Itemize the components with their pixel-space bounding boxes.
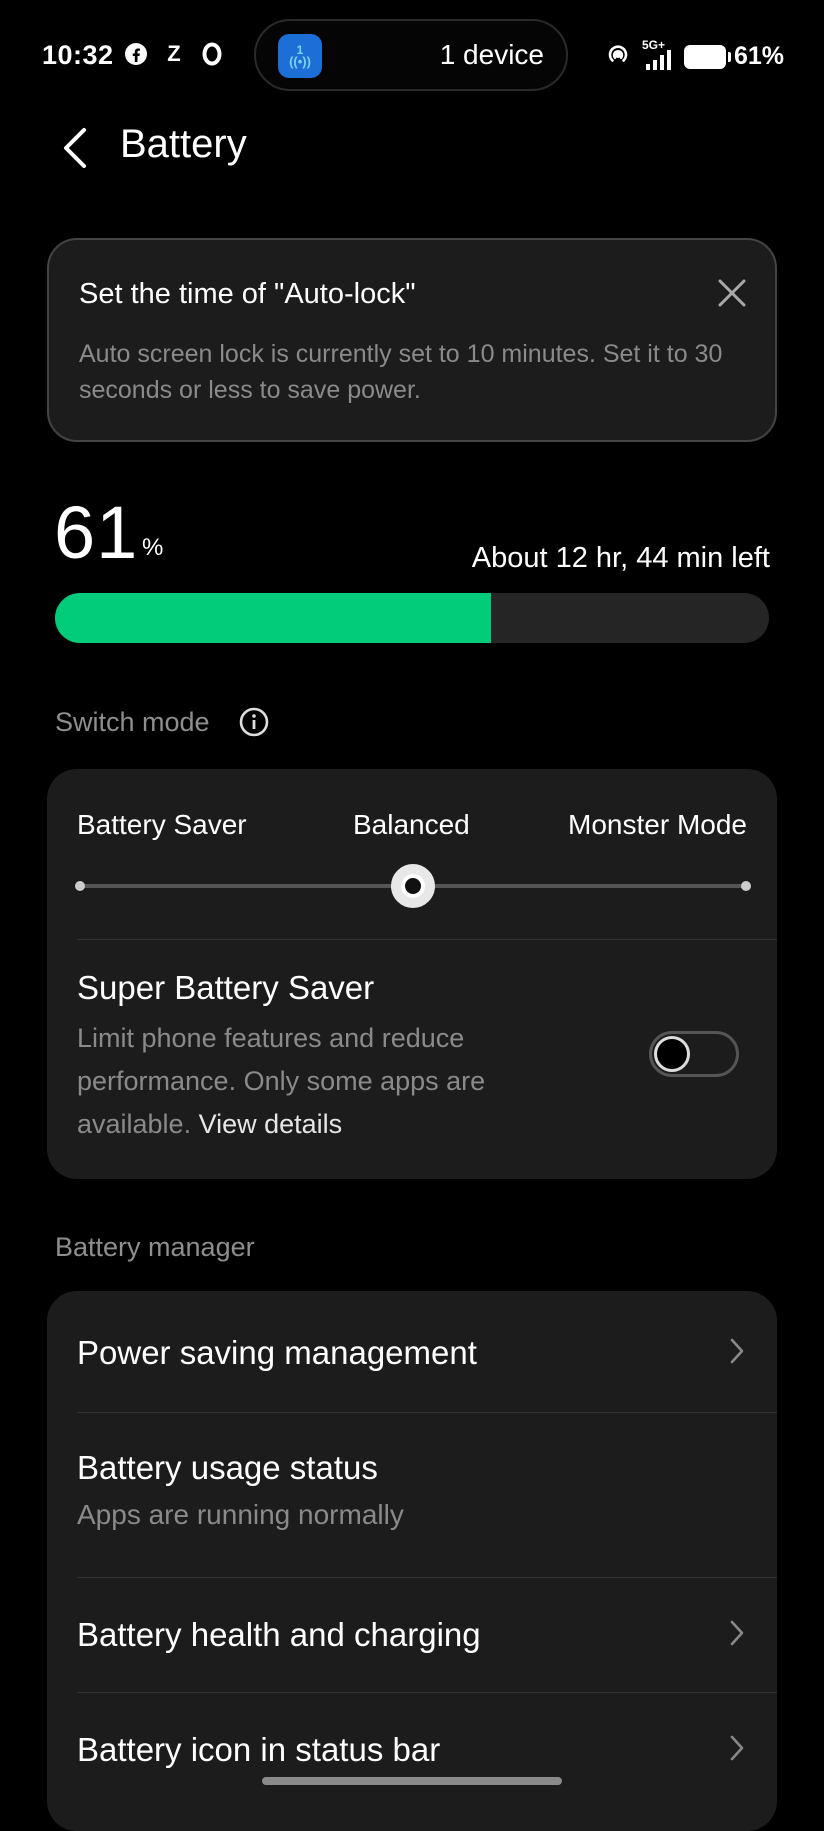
chevron-right-icon [730, 1735, 744, 1761]
battery-level-value: 61 [54, 491, 139, 574]
signal-icon: 5G+ [640, 38, 676, 72]
battery-manager-card: Power saving management Battery usage st… [47, 1291, 777, 1831]
super-battery-saver-toggle[interactable] [649, 1031, 739, 1077]
auto-lock-tip-card[interactable]: Set the time of "Auto-lock" Auto screen … [47, 238, 777, 442]
facebook-icon [124, 42, 148, 66]
z-icon: Z [167, 41, 181, 66]
switch-mode-label: Switch mode [55, 707, 210, 737]
switch-mode-card: Battery Saver Balanced Monster Mode Supe… [47, 769, 777, 1179]
list-item-battery-icon-in-status-bar[interactable]: Battery icon in status bar [47, 1693, 777, 1813]
mode-balanced[interactable]: Balanced [353, 809, 470, 841]
mode-monster-mode[interactable]: Monster Mode [568, 809, 747, 841]
status-bar: 10:32 Z 1 ((•)) 1 device 5G+ 61% [0, 0, 824, 110]
battery-level-bar-fill [55, 593, 491, 643]
view-details-link[interactable]: View details [199, 1109, 343, 1139]
slider-stop-end [741, 881, 751, 891]
list-item-battery-usage-status[interactable]: Battery usage status Apps are running no… [47, 1413, 777, 1576]
slider-stop-start [75, 881, 85, 891]
notification-icons: Z [124, 41, 224, 66]
super-battery-saver-title: Super Battery Saver [77, 969, 375, 1006]
o-icon [200, 42, 224, 66]
tip-body: Auto screen lock is currently set to 10 … [79, 340, 723, 404]
list-item-title: Battery usage status [77, 1449, 378, 1486]
status-time: 10:32 [42, 40, 114, 70]
system-status-icons: 5G+ 61% [604, 38, 784, 73]
list-item-title: Power saving management [77, 1334, 477, 1371]
chevron-right-icon [730, 1338, 744, 1364]
close-icon[interactable] [717, 278, 747, 308]
dynamic-island[interactable]: 1 ((•)) 1 device [254, 19, 568, 91]
list-item-title: Battery health and charging [77, 1616, 481, 1653]
hotspot-icon [604, 40, 632, 73]
battery-level-bar [55, 593, 769, 643]
battery-percent: 61% [733, 42, 784, 70]
time-left: About 12 hr, 44 min left [471, 542, 770, 574]
battery-icon [683, 44, 731, 69]
list-item-subtitle: Apps are running normally [77, 1499, 404, 1530]
device-connection-icon: 1 ((•)) [278, 34, 322, 78]
list-item-battery-health-and-charging[interactable]: Battery health and charging [47, 1578, 777, 1691]
battery-level-unit: % [142, 534, 164, 561]
mode-slider-thumb[interactable] [391, 864, 435, 908]
home-indicator[interactable] [262, 1777, 562, 1785]
back-arrow-icon[interactable] [56, 124, 96, 172]
super-battery-saver-description: Limit phone features and reduce performa… [77, 1017, 547, 1146]
mode-battery-saver[interactable]: Battery Saver [77, 809, 247, 841]
island-text: 1 device [439, 39, 544, 70]
page-title: Battery [120, 122, 247, 166]
chevron-right-icon [730, 1620, 744, 1646]
info-icon[interactable] [238, 706, 270, 738]
battery-manager-label: Battery manager [55, 1232, 255, 1262]
list-item-power-saving-management[interactable]: Power saving management [47, 1291, 777, 1411]
list-item-title: Battery icon in status bar [77, 1731, 441, 1768]
toggle-knob [654, 1036, 690, 1072]
tip-title: Set the time of "Auto-lock" [79, 278, 416, 310]
divider [77, 939, 777, 940]
